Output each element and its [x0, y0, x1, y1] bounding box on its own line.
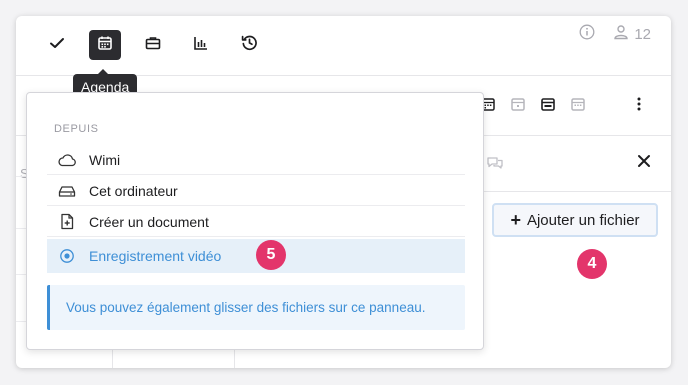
menu-item-create-document[interactable]: Créer un document [47, 207, 465, 237]
add-file-label: Ajouter un fichier [526, 211, 640, 229]
members-count[interactable]: 12 [613, 24, 651, 44]
calendar-list-icon[interactable] [570, 96, 586, 112]
step-badge-4: 4 [577, 249, 607, 279]
chart-button[interactable] [185, 30, 217, 60]
hard-drive-icon [47, 184, 87, 198]
close-icon[interactable] [637, 154, 651, 173]
toolbar-right: 12 [579, 24, 651, 44]
menu-item-computer[interactable]: Cet ordinateur [47, 176, 465, 206]
user-count: 12 [634, 25, 651, 43]
add-file-source-menu: DEPUIS Wimi Cet ordinateur Créer un docu… [26, 92, 484, 350]
bar-chart-icon [193, 35, 209, 56]
menu-item-wimi[interactable]: Wimi [47, 145, 465, 175]
briefcase-icon [145, 35, 161, 56]
more-options-icon[interactable] [631, 96, 647, 117]
calendar-day-icon[interactable] [510, 96, 526, 112]
plus-icon: + [510, 210, 521, 230]
drag-drop-hint: Vous pouvez également glisser des fichie… [47, 285, 465, 330]
view-icons [480, 96, 586, 112]
history-button[interactable] [233, 30, 265, 60]
agenda-button[interactable] [89, 30, 121, 60]
comments-icon[interactable] [486, 155, 504, 176]
check-icon [49, 35, 65, 56]
menu-section-header: DEPUIS [54, 123, 99, 135]
menu-item-label: Créer un document [89, 213, 209, 230]
menu-item-label: Wimi [89, 151, 121, 168]
info-icon[interactable] [579, 24, 595, 44]
user-icon [613, 24, 629, 44]
toolbar: 12 [16, 16, 671, 76]
step-badge-5: 5 [256, 240, 286, 270]
add-file-button[interactable]: + Ajouter un fichier [492, 203, 658, 237]
calendar-icon [97, 35, 113, 56]
history-icon [241, 34, 258, 56]
cloud-icon [47, 153, 87, 167]
briefcase-button[interactable] [137, 30, 169, 60]
menu-item-label: Cet ordinateur [89, 182, 178, 199]
new-document-icon [47, 213, 87, 230]
record-icon [47, 248, 87, 264]
calendar-week-icon[interactable] [540, 96, 556, 112]
menu-item-label: Enregistrement vidéo [89, 248, 222, 264]
check-button[interactable] [41, 30, 73, 60]
